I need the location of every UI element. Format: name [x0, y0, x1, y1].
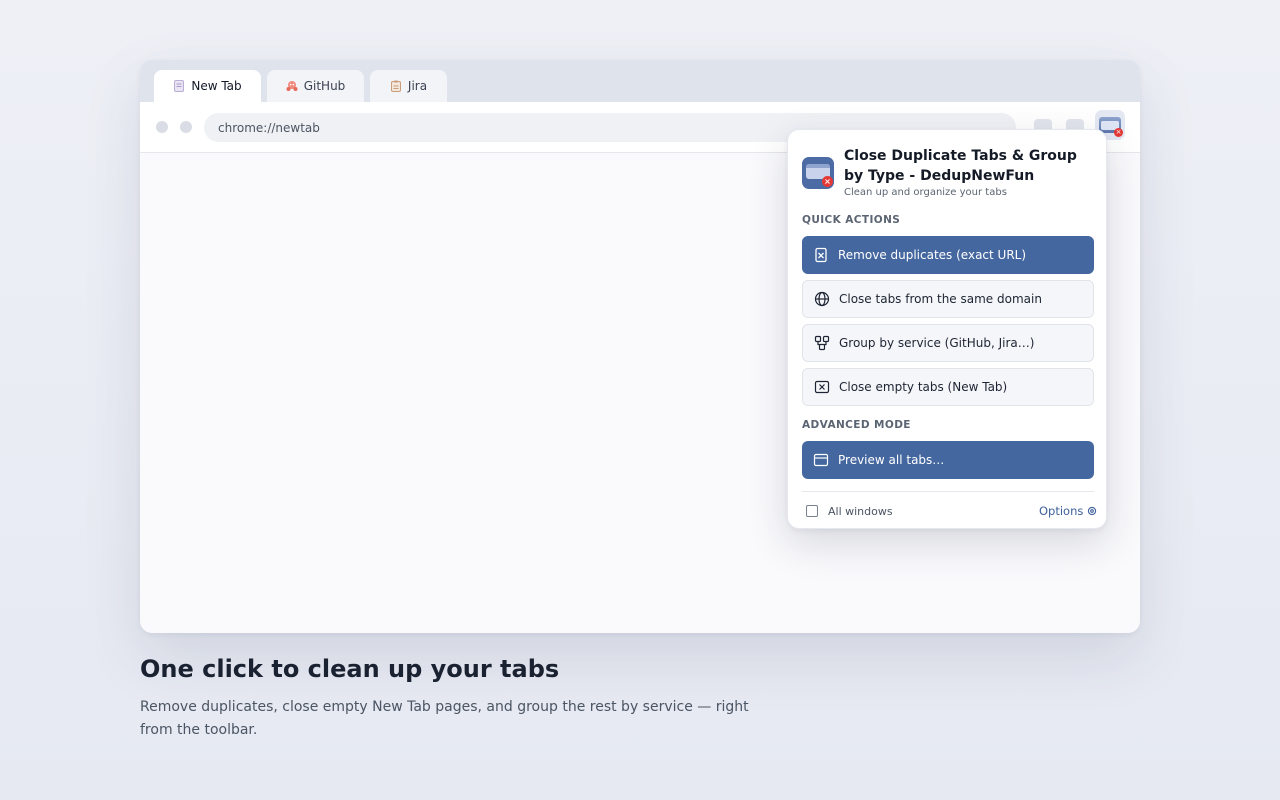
page-headline: One click to clean up your tabs — [140, 655, 560, 683]
button-label: Group by service (GitHub, Jira…) — [839, 336, 1035, 350]
tab-new-tab[interactable]: New Tab — [154, 70, 261, 102]
advanced-mode-heading: ADVANCED MODE — [802, 419, 911, 431]
globe-icon — [814, 291, 830, 307]
button-label: Preview all tabs… — [838, 453, 945, 467]
preview-all-tabs-button[interactable]: Preview all tabs… — [802, 441, 1094, 479]
address-text: chrome://newtab — [218, 120, 320, 135]
gear-icon — [1088, 506, 1097, 516]
all-windows-checkbox[interactable] — [806, 505, 818, 517]
tab-label: GitHub — [303, 79, 346, 93]
popup-title: Close Duplicate Tabs & Group by Type - D… — [844, 148, 1077, 184]
popup-subtitle: Clean up and organize your tabs — [844, 187, 1007, 198]
group-icon — [814, 335, 830, 351]
button-label: Close empty tabs (New Tab) — [839, 380, 1008, 394]
tab-github[interactable]: GitHub — [267, 70, 364, 102]
remove-duplicates-button[interactable]: Remove duplicates (exact URL) — [802, 236, 1094, 274]
clipboard-icon — [390, 80, 402, 92]
all-windows-label: All windows — [828, 505, 893, 518]
forward-button[interactable] — [180, 121, 192, 133]
close-same-domain-button[interactable]: Close tabs from the same domain — [802, 280, 1094, 318]
button-label: Close tabs from the same domain — [839, 292, 1042, 306]
tab-label: New Tab — [191, 79, 242, 93]
quick-actions-heading: QUICK ACTIONS — [802, 214, 901, 226]
github-octocat-icon — [286, 80, 298, 92]
popup-divider — [802, 491, 1094, 492]
page-description: Remove duplicates, close empty New Tab p… — [140, 699, 749, 738]
button-label: Remove duplicates (exact URL) — [838, 248, 1027, 262]
close-box-icon — [814, 380, 830, 394]
duplicate-doc-icon — [815, 247, 827, 263]
options-label: Options — [1039, 504, 1084, 518]
tab-strip: New Tab GitHub Jira — [140, 60, 1140, 102]
close-empty-tabs-button[interactable]: Close empty tabs (New Tab) — [802, 368, 1094, 406]
window-icon — [813, 453, 829, 467]
page-icon — [173, 80, 185, 92]
options-link[interactable]: Options — [1039, 504, 1097, 518]
group-by-service-button[interactable]: Group by service (GitHub, Jira…) — [802, 324, 1094, 362]
tab-label: Jira — [407, 79, 428, 93]
extension-popup: × Close Duplicate Tabs & Group by Type -… — [787, 129, 1107, 529]
extension-logo-icon: × — [802, 157, 834, 189]
tab-jira[interactable]: Jira — [370, 70, 447, 102]
back-button[interactable] — [156, 121, 168, 133]
